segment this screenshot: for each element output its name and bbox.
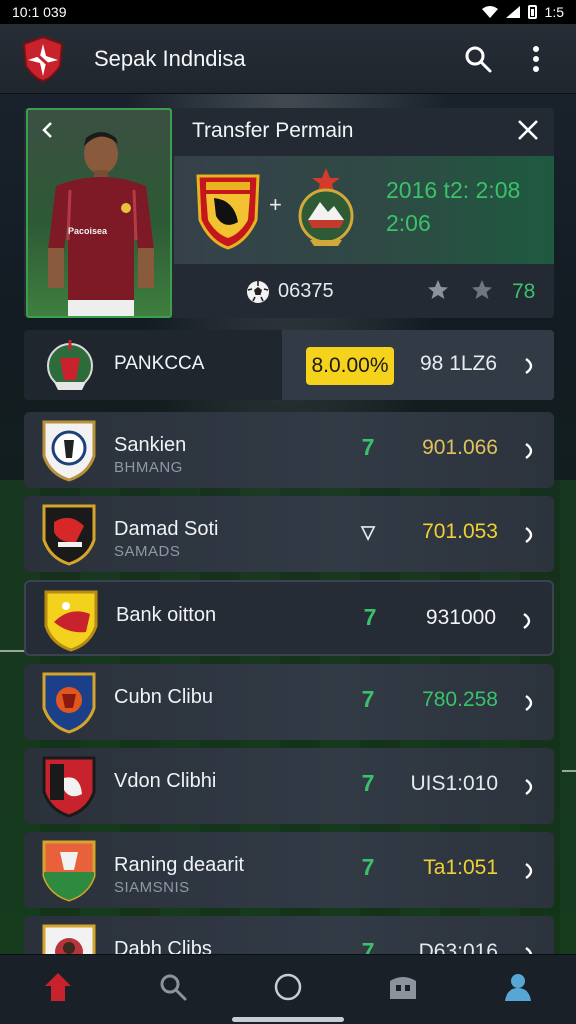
featured-club-row[interactable]: PANKCCA 8.0.00% 98 1LZ6 bbox=[24, 330, 554, 400]
shirt-sponsor: Pacoisea bbox=[68, 226, 108, 236]
club-subtitle: BHMANG bbox=[114, 459, 183, 476]
home-indicator[interactable] bbox=[232, 1017, 344, 1022]
club-value: UIS1:010 bbox=[410, 772, 498, 795]
ball-icon bbox=[247, 281, 269, 303]
more-button[interactable] bbox=[518, 41, 554, 77]
pitch-line bbox=[562, 770, 576, 772]
status-bar: 10:1 039 1:5 bbox=[0, 0, 576, 24]
card-footer: 06375 78 bbox=[174, 264, 554, 318]
club-subtitle: SAMADS bbox=[114, 543, 181, 560]
club-crest-icon bbox=[44, 590, 98, 652]
search-icon bbox=[465, 46, 492, 72]
star-icon[interactable] bbox=[470, 278, 494, 302]
club-subtitle: SIAMSNIS bbox=[114, 879, 190, 896]
club-name: Raning deaarit bbox=[114, 854, 245, 876]
club-crest-icon bbox=[42, 756, 96, 818]
wifi-icon bbox=[481, 6, 498, 18]
chevron-icon[interactable] bbox=[520, 854, 540, 888]
deal-band: + 2016 t2: 2:08 2:06 bbox=[174, 156, 554, 264]
signal-icon bbox=[505, 6, 520, 18]
club-row[interactable]: Cubn Clibu 7 780.258 bbox=[24, 664, 554, 740]
transfer-card: Pacoisea Transfer Permain + 2016 t2: 2:0… bbox=[24, 108, 554, 318]
club-value: 931000 bbox=[425, 606, 496, 629]
chevron-icon[interactable] bbox=[520, 348, 540, 384]
card-title: Transfer Permain bbox=[192, 119, 354, 142]
nav-stadium[interactable] bbox=[375, 962, 431, 1012]
nav-profile[interactable] bbox=[490, 962, 546, 1012]
club-row[interactable]: Bank oitton 7 931000 bbox=[24, 580, 554, 656]
featured-club-name: PANKCCA bbox=[114, 353, 205, 374]
club-crest-icon bbox=[42, 504, 96, 566]
app-logo-icon bbox=[22, 35, 64, 82]
club-trend: 7 bbox=[361, 854, 375, 880]
crest-to-icon bbox=[298, 168, 354, 246]
club-trend: 7 bbox=[361, 686, 375, 712]
club-name: Cubn Clibu bbox=[114, 686, 213, 708]
featured-club-crest-icon bbox=[47, 340, 93, 390]
search-icon bbox=[160, 974, 187, 1000]
club-value: 901.066 bbox=[422, 436, 498, 459]
club-crest-icon bbox=[42, 840, 96, 902]
profile-icon bbox=[505, 973, 532, 1001]
club-crest-icon bbox=[42, 672, 96, 734]
club-row[interactable]: Vdon Clibhi 7 UIS1:010 bbox=[24, 748, 554, 824]
player-figure bbox=[48, 132, 154, 316]
featured-club-value: 98 1LZ6 bbox=[420, 352, 498, 375]
close-icon bbox=[518, 120, 538, 140]
club-name: Bank oitton bbox=[116, 604, 217, 626]
nav-home[interactable] bbox=[260, 962, 316, 1012]
deal-date-line1: 2016 t2: 2:08 bbox=[386, 177, 521, 203]
club-trend: ▽ bbox=[361, 522, 375, 542]
club-value: Ta1:051 bbox=[423, 856, 498, 879]
featured-club-badge: 8.0.00% bbox=[306, 347, 394, 385]
player-photo: Pacoisea bbox=[26, 108, 172, 318]
chevron-icon[interactable] bbox=[520, 770, 540, 804]
circle-icon bbox=[274, 973, 302, 1000]
deal-date-line2: 2:06 bbox=[386, 210, 431, 237]
club-row[interactable]: Damad Soti SAMADS ▽ 701.053 bbox=[24, 496, 554, 572]
crest-from-icon bbox=[196, 174, 260, 250]
status-time: 10:1 039 bbox=[12, 4, 67, 20]
plus-sign: + bbox=[269, 192, 282, 217]
club-trend: 7 bbox=[363, 604, 377, 630]
battery-level: 1:5 bbox=[544, 4, 564, 20]
chevron-icon[interactable] bbox=[520, 434, 540, 468]
deal-date: 2016 t2: 2:08 2:06 bbox=[386, 174, 536, 241]
pitch-line bbox=[0, 650, 26, 652]
transfer-home-icon bbox=[44, 972, 71, 1001]
club-row[interactable]: Raning deaarit SIAMSNIS 7 Ta1:051 bbox=[24, 832, 554, 908]
club-name: Damad Soti bbox=[114, 518, 219, 540]
nav-search[interactable] bbox=[145, 962, 201, 1012]
club-crest-icon bbox=[42, 420, 96, 482]
club-value: 701.053 bbox=[422, 520, 498, 543]
club-value: 780.258 bbox=[422, 688, 498, 711]
bottom-navigation bbox=[0, 954, 576, 1024]
club-trend: 7 bbox=[361, 770, 375, 796]
nav-transfers[interactable] bbox=[30, 962, 86, 1012]
app-bar: Sepak Indndisa bbox=[0, 24, 576, 94]
search-button[interactable] bbox=[460, 41, 496, 77]
more-vert-icon bbox=[533, 45, 539, 72]
club-trend: 7 bbox=[361, 434, 375, 460]
stadium-icon bbox=[390, 976, 417, 999]
club-name: Sankien bbox=[114, 434, 187, 456]
club-row[interactable]: Sankien BHMANG 7 901.066 bbox=[24, 412, 554, 488]
player-rating: 78 bbox=[512, 280, 536, 303]
transfer-fee: 06375 bbox=[278, 280, 334, 302]
club-name: Vdon Clibhi bbox=[114, 770, 217, 792]
chevron-icon[interactable] bbox=[520, 686, 540, 720]
star-icon[interactable] bbox=[426, 278, 450, 302]
close-button[interactable] bbox=[514, 116, 542, 144]
app-title: Sepak Indndisa bbox=[94, 45, 246, 71]
back-icon[interactable] bbox=[38, 120, 58, 140]
chevron-icon[interactable] bbox=[518, 604, 538, 638]
battery-icon bbox=[527, 5, 537, 19]
chevron-icon[interactable] bbox=[520, 518, 540, 552]
status-icons: 1:5 bbox=[481, 4, 564, 20]
